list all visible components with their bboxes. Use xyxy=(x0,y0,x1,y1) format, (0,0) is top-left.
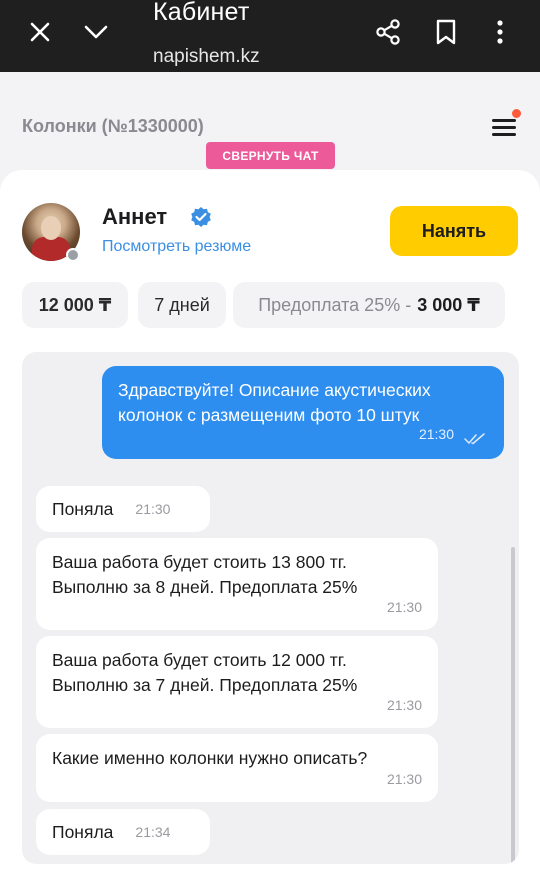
message-time: 21:30 xyxy=(135,500,171,517)
view-resume-link[interactable]: Посмотреть резюме xyxy=(102,238,251,256)
messages-scrollbar[interactable] xyxy=(511,547,515,864)
message-time: 21:30 xyxy=(386,599,422,615)
hire-button[interactable]: Нанять xyxy=(390,206,518,256)
message-text: Какие именно колонки нужно описать? xyxy=(52,748,368,768)
days-chip: 7 дней xyxy=(138,282,226,328)
chevron-down-icon[interactable] xyxy=(78,14,114,50)
chat-panel: Аннет Посмотреть резюме Нанять 12 000 ₸ … xyxy=(0,170,540,885)
more-vertical-icon[interactable] xyxy=(482,14,518,50)
message-incoming: Какие именно колонки нужно описать? 21:3… xyxy=(36,734,438,802)
messages-list[interactable]: Здравствуйте! Описание акустических коло… xyxy=(22,352,519,864)
message-text: Ваша работа будет стоить 13 800 тг. Выпо… xyxy=(52,552,358,597)
page-title: Колонки (№1330000) xyxy=(22,116,204,136)
freelancer-name[interactable]: Аннет xyxy=(102,204,167,230)
prepay-chip: Предоплата 25% - 3 000 ₸ xyxy=(233,282,505,328)
message-text: Здравствуйте! Описание акустических коло… xyxy=(118,380,431,425)
bookmark-icon[interactable] xyxy=(428,14,464,50)
message-text: Поняла xyxy=(52,821,114,842)
message-outgoing: Здравствуйте! Описание акустических коло… xyxy=(102,366,504,459)
message-text: Поняла xyxy=(52,498,114,519)
price-chip: 12 000 ₸ xyxy=(22,282,128,328)
collapse-chat-button[interactable]: СВЕРНУТЬ ЧАТ xyxy=(206,142,335,169)
message-time: 21:30 xyxy=(418,426,454,442)
message-time: 21:30 xyxy=(386,697,422,713)
prepay-label: Предоплата 25% - xyxy=(258,294,412,315)
browser-title: Кабинет xyxy=(153,0,250,26)
notification-dot xyxy=(512,109,521,118)
message-text: Ваша работа будет стоить 12 000 тг. Выпо… xyxy=(52,650,358,695)
message-incoming: Поняла 21:30 xyxy=(36,486,210,532)
prepay-amount: 3 000 ₸ xyxy=(417,294,480,315)
message-time: 21:34 xyxy=(135,823,171,840)
message-incoming: Ваша работа будет стоить 12 000 тг. Выпо… xyxy=(36,636,438,728)
message-time: 21:30 xyxy=(386,771,422,787)
browser-toolbar: Кабинет napishem.kz xyxy=(0,0,540,72)
message-incoming: Поняла 21:34 xyxy=(36,809,210,855)
verified-badge-icon xyxy=(190,206,212,228)
message-incoming: Ваша работа будет стоить 13 800 тг. Выпо… xyxy=(36,538,438,630)
close-icon[interactable] xyxy=(22,14,58,50)
offline-status-dot xyxy=(66,248,80,262)
browser-url[interactable]: napishem.kz xyxy=(153,46,260,68)
share-icon[interactable] xyxy=(370,14,406,50)
read-checkmarks-icon xyxy=(464,433,485,445)
hamburger-menu-icon[interactable] xyxy=(487,108,523,144)
